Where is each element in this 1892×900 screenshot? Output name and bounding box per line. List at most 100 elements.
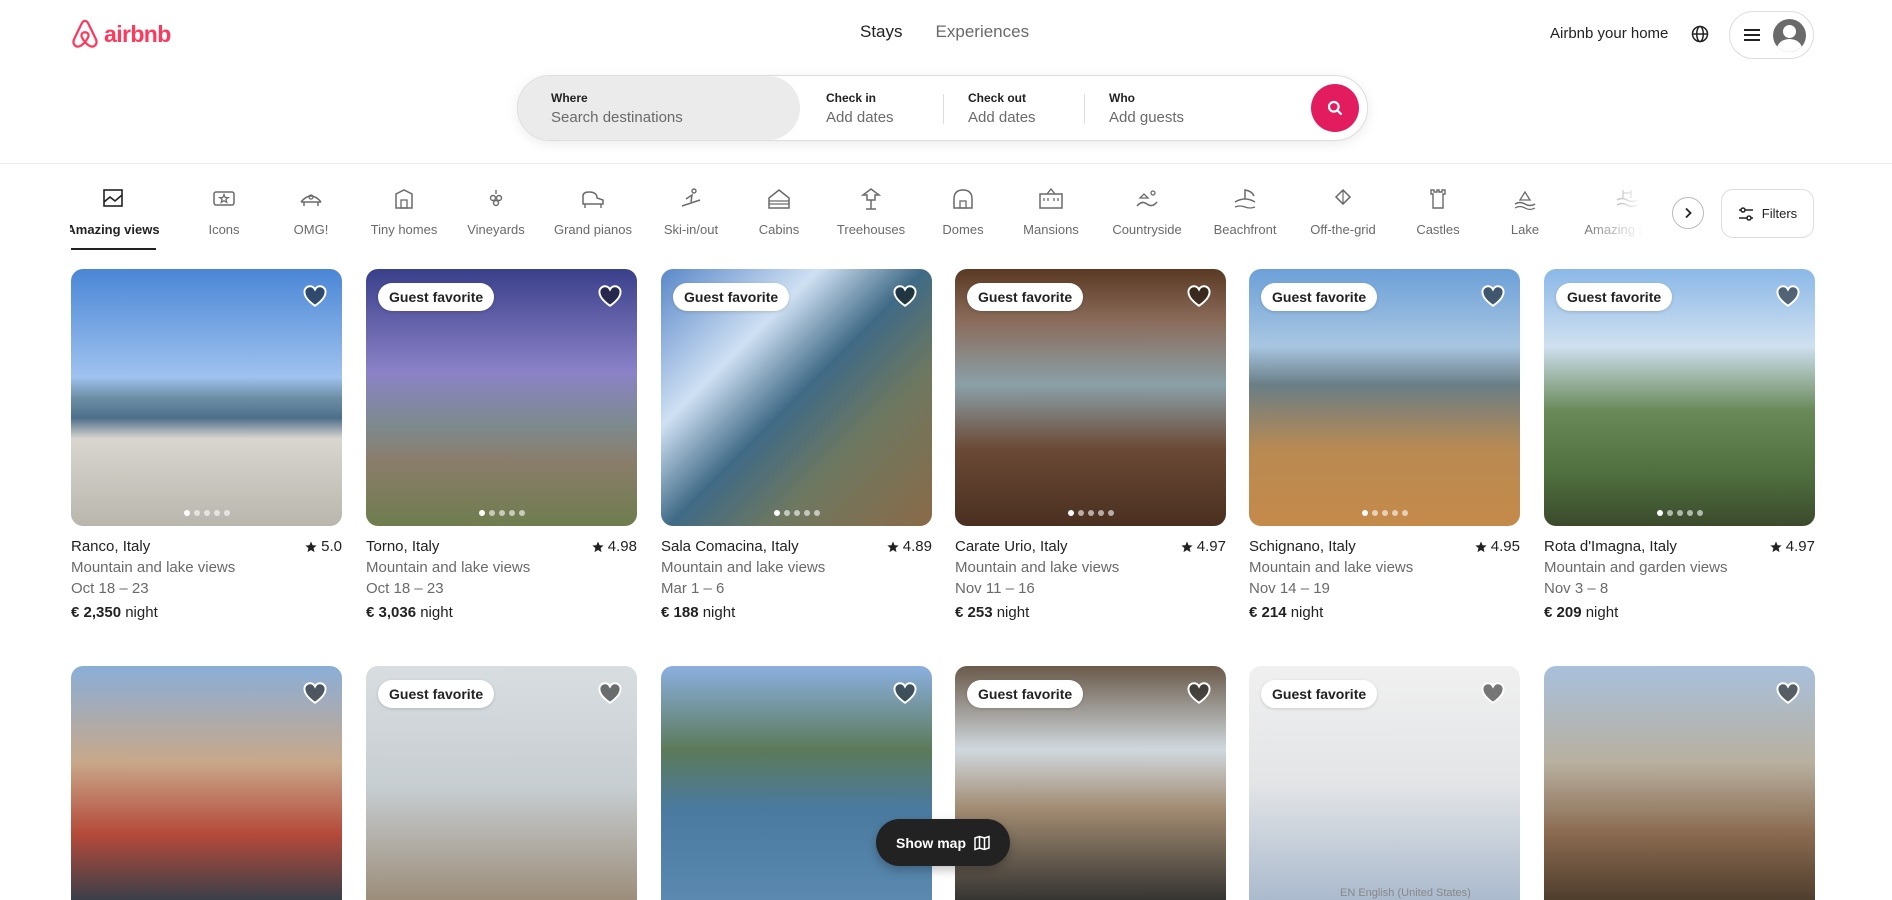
category-cabins[interactable]: Cabins <box>729 186 829 237</box>
listing-card[interactable] <box>1544 666 1815 900</box>
carousel-dot[interactable] <box>1686 510 1693 516</box>
carousel-dot[interactable] <box>183 510 190 516</box>
carousel-dot[interactable] <box>773 510 780 516</box>
listing-card[interactable]: Guest favorite <box>955 666 1226 900</box>
heart-icon[interactable] <box>1775 680 1801 706</box>
profile-menu-button[interactable] <box>1729 11 1814 59</box>
carousel-dot[interactable] <box>1107 510 1114 516</box>
heart-icon[interactable] <box>1480 283 1506 309</box>
carousel-dot[interactable] <box>1401 510 1408 516</box>
search-button[interactable] <box>1311 84 1359 132</box>
listing-photo[interactable]: Guest favorite <box>366 666 637 900</box>
tab-stays[interactable]: Stays <box>860 22 903 42</box>
category-lake[interactable]: Lake <box>1475 186 1575 237</box>
carousel-dot[interactable] <box>803 510 810 516</box>
carousel-dot[interactable] <box>1097 510 1104 516</box>
airbnb-logo[interactable]: airbnb <box>70 18 171 50</box>
carousel-dot[interactable] <box>1676 510 1683 516</box>
star-icon <box>1181 541 1193 552</box>
carousel-dot[interactable] <box>1666 510 1673 516</box>
checkin-field[interactable]: Check in Add dates <box>826 76 956 140</box>
carousel-dot[interactable] <box>213 510 220 516</box>
heart-icon[interactable] <box>302 283 328 309</box>
listing-card[interactable] <box>71 666 342 900</box>
listing-card[interactable]: Guest favorite Rota d'Imagna, Italy 4.97 Mo… <box>1544 269 1815 629</box>
listing-photo[interactable] <box>661 666 932 900</box>
category-domes[interactable]: Domes <box>913 186 1013 237</box>
listing-photo[interactable]: Guest favorite <box>955 269 1226 526</box>
checkout-field[interactable]: Check out Add dates <box>968 76 1098 140</box>
carousel-dot[interactable] <box>1391 510 1398 516</box>
listing-photo[interactable]: Guest favorite <box>1544 269 1815 526</box>
carousel-dot[interactable] <box>1087 510 1094 516</box>
carousel-dot[interactable] <box>498 510 505 516</box>
carousel-dot[interactable] <box>793 510 800 516</box>
listing-card[interactable]: Guest favorite <box>366 666 637 900</box>
carousel-dot[interactable] <box>1371 510 1378 516</box>
category-off-the-grid[interactable]: Off-the-grid <box>1293 186 1393 237</box>
listing-card[interactable]: Guest favorite Torno, Italy 4.98 Mountain a… <box>366 269 637 629</box>
host-link[interactable]: Airbnb your home <box>1550 25 1668 42</box>
listing-photo[interactable]: Guest favorite <box>1249 666 1520 900</box>
tab-experiences[interactable]: Experiences <box>936 22 1030 42</box>
category-ski-in-out[interactable]: Ski-in/out <box>641 186 741 237</box>
carousel-dot[interactable] <box>813 510 820 516</box>
carousel-dot[interactable] <box>783 510 790 516</box>
category-countryside[interactable]: Countryside <box>1097 186 1197 237</box>
heart-icon[interactable] <box>1480 680 1506 706</box>
category-grand-pianos[interactable]: Grand pianos <box>543 186 643 237</box>
listing-card[interactable]: Guest favorite <box>1249 666 1520 900</box>
heart-icon[interactable] <box>302 680 328 706</box>
heart-icon[interactable] <box>892 283 918 309</box>
category-mansions[interactable]: Mansions <box>1001 186 1101 237</box>
category-next-button[interactable] <box>1672 197 1704 229</box>
category-omg-[interactable]: OMG! <box>261 186 361 237</box>
listing-card[interactable]: Guest favorite Sala Comacina, Italy 4.89 Mo… <box>661 269 932 629</box>
category-vineyards[interactable]: Vineyards <box>446 186 546 237</box>
globe-icon[interactable] <box>1690 24 1710 44</box>
carousel-dot[interactable] <box>1361 510 1368 516</box>
listing-card[interactable]: Ranco, Italy 5.0 Mountain and lake views Oc… <box>71 269 342 629</box>
category-treehouses[interactable]: Treehouses <box>821 186 921 237</box>
listing-photo[interactable]: Guest favorite <box>366 269 637 526</box>
filters-button[interactable]: Filters <box>1721 189 1814 238</box>
listing-photo[interactable] <box>1544 666 1815 900</box>
category-icons[interactable]: Icons <box>174 186 274 237</box>
listing-photo[interactable] <box>71 666 342 900</box>
where-field[interactable]: Where Search destinations <box>518 76 800 140</box>
carousel-dot[interactable] <box>1696 510 1703 516</box>
heart-icon[interactable] <box>1186 680 1212 706</box>
carousel-dot[interactable] <box>1077 510 1084 516</box>
listing-photo[interactable]: Guest favorite <box>955 666 1226 900</box>
listing-photo[interactable]: Guest favorite <box>661 269 932 526</box>
show-map-button[interactable]: Show map <box>876 819 1010 866</box>
heart-icon[interactable] <box>1775 283 1801 309</box>
category-amazing-views[interactable]: Amazing views <box>70 186 163 237</box>
carousel-dot[interactable] <box>193 510 200 516</box>
carousel-dot[interactable] <box>203 510 210 516</box>
price-amount: € 214 <box>1249 604 1287 621</box>
listing-photo[interactable]: Guest favorite <box>1249 269 1520 526</box>
carousel-dot[interactable] <box>1656 510 1663 516</box>
carousel-dot[interactable] <box>488 510 495 516</box>
heart-icon[interactable] <box>597 283 623 309</box>
language-footer[interactable]: EN English (United States) <box>1340 887 1471 899</box>
listing-card[interactable]: Guest favorite Carate Urio, Italy 4.97 Moun… <box>955 269 1226 629</box>
carousel-dot[interactable] <box>1381 510 1388 516</box>
heart-icon[interactable] <box>597 680 623 706</box>
who-field[interactable]: Who Add guests <box>1109 76 1309 140</box>
listing-card[interactable] <box>661 666 932 900</box>
carousel-dot[interactable] <box>223 510 230 516</box>
carousel-dot[interactable] <box>1067 510 1074 516</box>
heart-icon[interactable] <box>892 680 918 706</box>
carousel-dot[interactable] <box>518 510 525 516</box>
heart-icon[interactable] <box>1186 283 1212 309</box>
star-icon <box>305 541 317 552</box>
listing-card[interactable]: Guest favorite Schignano, Italy 4.95 Mounta… <box>1249 269 1520 629</box>
category-tiny-homes[interactable]: Tiny homes <box>354 186 454 237</box>
listing-photo[interactable] <box>71 269 342 526</box>
carousel-dot[interactable] <box>478 510 485 516</box>
category-beachfront[interactable]: Beachfront <box>1195 186 1295 237</box>
category-castles[interactable]: Castles <box>1388 186 1488 237</box>
carousel-dot[interactable] <box>508 510 515 516</box>
